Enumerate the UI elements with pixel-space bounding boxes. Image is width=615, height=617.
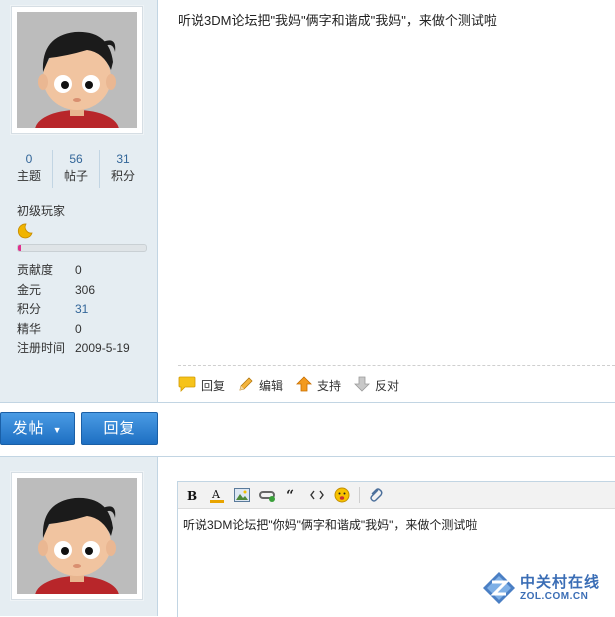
code-icon[interactable]	[309, 487, 325, 503]
new-post-button-label: 发帖	[12, 420, 45, 437]
zol-logo	[483, 572, 515, 604]
author-stats: 0 主题 56 帖子 31 积分	[6, 150, 146, 188]
svg-text:“: “	[286, 489, 294, 501]
quote-icon[interactable]: “	[284, 487, 300, 503]
stat-value[interactable]: 0	[6, 150, 52, 167]
stat-credits[interactable]: 31 积分	[99, 150, 146, 188]
info-key: 积分	[17, 302, 42, 316]
attachment-icon[interactable]	[368, 487, 384, 503]
new-post-button[interactable]: 发帖 ▼	[0, 412, 75, 445]
reply-action-label: 回复	[201, 378, 226, 393]
info-key: 注册时间	[17, 341, 66, 355]
chevron-down-icon: ▼	[52, 425, 63, 435]
post-content: 听说3DM论坛把"我妈"俩字和谐成"我妈"，来做个测试啦	[178, 13, 497, 28]
info-value: 0	[75, 263, 82, 277]
info-key: 金元	[17, 282, 42, 297]
reply-action[interactable]: 回复	[178, 376, 225, 395]
watermark-url: ZOL.COM.CN	[520, 591, 589, 602]
info-value: 2009-5-19	[75, 341, 130, 355]
info-value: 306	[75, 282, 96, 297]
info-key: 精华	[17, 321, 42, 336]
stat-label: 积分	[110, 169, 135, 183]
avatar[interactable]	[11, 472, 143, 600]
stat-posts[interactable]: 56 帖子	[52, 150, 99, 188]
avatar-image	[17, 12, 137, 128]
smiley-icon[interactable]	[334, 487, 350, 503]
section-divider	[0, 402, 615, 403]
stat-value[interactable]: 56	[53, 150, 99, 167]
info-value-link[interactable]: 31	[75, 300, 88, 320]
stat-label: 主题	[16, 169, 41, 183]
reply-author-sidebar	[0, 457, 158, 616]
user-rank[interactable]: 初级玩家	[17, 202, 65, 219]
reply-button-label: 回复	[103, 420, 136, 437]
oppose-action[interactable]: 反对	[354, 376, 399, 395]
support-action[interactable]: 支持	[296, 375, 342, 395]
down-arrow-icon	[354, 376, 375, 395]
info-value: 0	[75, 321, 82, 336]
watermark-name: 中关村在线	[520, 574, 601, 591]
support-action-label: 支持	[317, 378, 342, 393]
rank-progress-fill	[18, 245, 21, 251]
info-key: 贡献度	[17, 263, 54, 277]
zol-watermark: 中关村在线 ZOL.COM.CN	[482, 569, 615, 609]
bold-icon[interactable]: B	[184, 487, 200, 503]
edit-action[interactable]: 编辑	[238, 376, 283, 395]
reply-bubble-icon	[178, 376, 201, 395]
post-divider	[178, 365, 615, 366]
stat-threads[interactable]: 0 主题	[6, 150, 52, 188]
avatar-image	[17, 478, 137, 594]
stat-label: 帖子	[63, 169, 88, 183]
edit-action-label: 编辑	[259, 378, 284, 393]
editor-toolbar: B A “	[178, 482, 615, 509]
editor-content[interactable]: 听说3DM论坛把"你妈"俩字和谐成"我妈"，来做个测试啦	[183, 516, 477, 533]
avatar[interactable]	[11, 6, 143, 134]
link-icon[interactable]	[259, 487, 275, 503]
oppose-action-label: 反对	[375, 378, 400, 393]
image-icon[interactable]	[234, 487, 250, 503]
svg-text:B: B	[187, 489, 197, 501]
reply-button[interactable]: 回复	[81, 412, 158, 445]
moon-icon	[17, 223, 33, 242]
stat-value[interactable]: 31	[100, 150, 146, 167]
svg-text:A: A	[211, 488, 221, 501]
font-color-icon[interactable]: A	[209, 487, 225, 503]
pencil-icon	[238, 376, 259, 395]
toolbar-separator	[359, 487, 360, 503]
rank-progress-bar	[17, 244, 147, 252]
post-actions: 回复 编辑 支持 反对	[178, 375, 412, 395]
up-arrow-icon	[296, 375, 317, 395]
post-author-sidebar: 0 主题 56 帖子 31 积分 初级玩家 贡献度 0 金元 306 积分 31	[0, 0, 158, 402]
